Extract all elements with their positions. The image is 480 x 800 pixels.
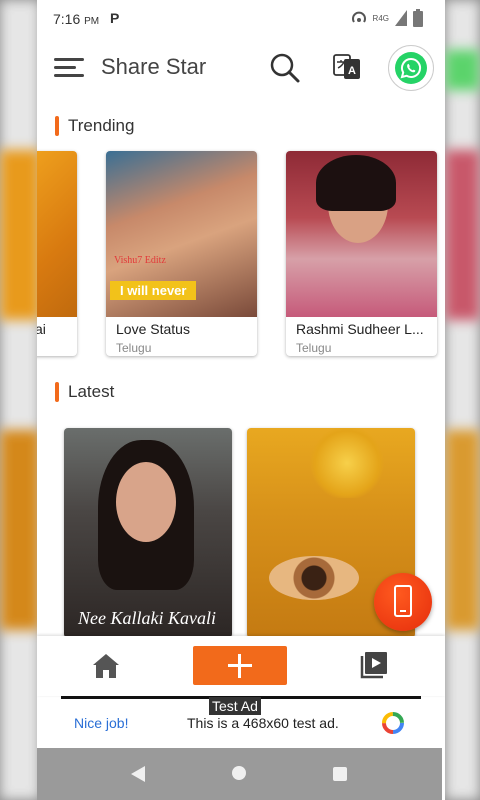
section-accent [55, 382, 59, 402]
translate-icon[interactable]: A [333, 53, 361, 81]
system-navigation-bar [37, 748, 442, 800]
section-title-latest: Latest [68, 382, 115, 401]
thumbnail-hair [316, 155, 396, 211]
hotspot-icon [351, 11, 366, 23]
home-icon[interactable] [91, 652, 121, 680]
system-home-icon[interactable] [232, 766, 246, 780]
section-trending: Trending [55, 115, 134, 137]
thumbnail-eye [269, 556, 359, 600]
add-button[interactable] [193, 646, 287, 685]
trending-card-1[interactable]: ai [37, 151, 77, 356]
phone-fab-button[interactable] [374, 573, 432, 631]
thumbnail-jewel [307, 428, 387, 498]
ad-nice-text: Nice job! [74, 715, 129, 731]
status-time: 7:16 PM [53, 11, 100, 27]
thumbnail-watermark: Vishu7 Editz [114, 255, 166, 266]
carrier-icon: P [110, 10, 120, 26]
thumbnail-overlay-text: I will never [110, 281, 197, 300]
menu-icon[interactable] [54, 58, 84, 80]
ad-text: This is a 468x60 test ad. [187, 715, 339, 731]
card-language: Telugu [296, 341, 332, 355]
bottom-navigation [37, 636, 445, 696]
trending-card-2[interactable]: Vishu7 Editz I will never Love Status Te… [106, 151, 257, 356]
card-name: Rashmi Sudheer L... [296, 321, 424, 337]
status-bar: 7:16 PM P R4G [37, 0, 445, 36]
ad-logo-icon [382, 712, 404, 734]
ad-label: Test Ad [209, 697, 261, 715]
card-language: Telugu [116, 341, 152, 355]
card-thumbnail: Vishu7 Editz I will never [106, 151, 257, 317]
section-title-trending: Trending [68, 116, 135, 135]
whatsapp-icon [395, 52, 427, 84]
app-screen: 7:16 PM P R4G Share Star A Trending ai V… [37, 0, 445, 800]
card-thumbnail [37, 151, 77, 317]
latest-caption: Nee Kallaki Kavali [78, 608, 216, 628]
card-name: Love Status [116, 321, 190, 337]
signal-icon [395, 10, 407, 26]
section-latest: Latest [55, 381, 114, 403]
app-bar: Share Star A [37, 36, 445, 100]
recents-icon[interactable] [333, 767, 347, 781]
svg-text:A: A [348, 65, 356, 77]
search-icon[interactable] [269, 52, 301, 84]
battery-icon [413, 9, 423, 27]
app-title: Share Star [101, 54, 207, 79]
thumbnail-face [116, 462, 176, 542]
section-accent [55, 116, 59, 136]
back-icon[interactable] [131, 766, 145, 782]
card-name: ai [37, 321, 46, 337]
status-icons: R4G [351, 9, 423, 27]
latest-card-1[interactable]: Nee Kallaki Kavali [64, 428, 232, 638]
trending-card-3[interactable]: Rashmi Sudheer L... Telugu [286, 151, 437, 356]
whatsapp-button[interactable] [388, 45, 434, 91]
video-library-icon[interactable] [359, 650, 389, 680]
phone-icon [394, 585, 412, 617]
card-thumbnail [286, 151, 437, 317]
network-label: R4G [372, 13, 389, 23]
